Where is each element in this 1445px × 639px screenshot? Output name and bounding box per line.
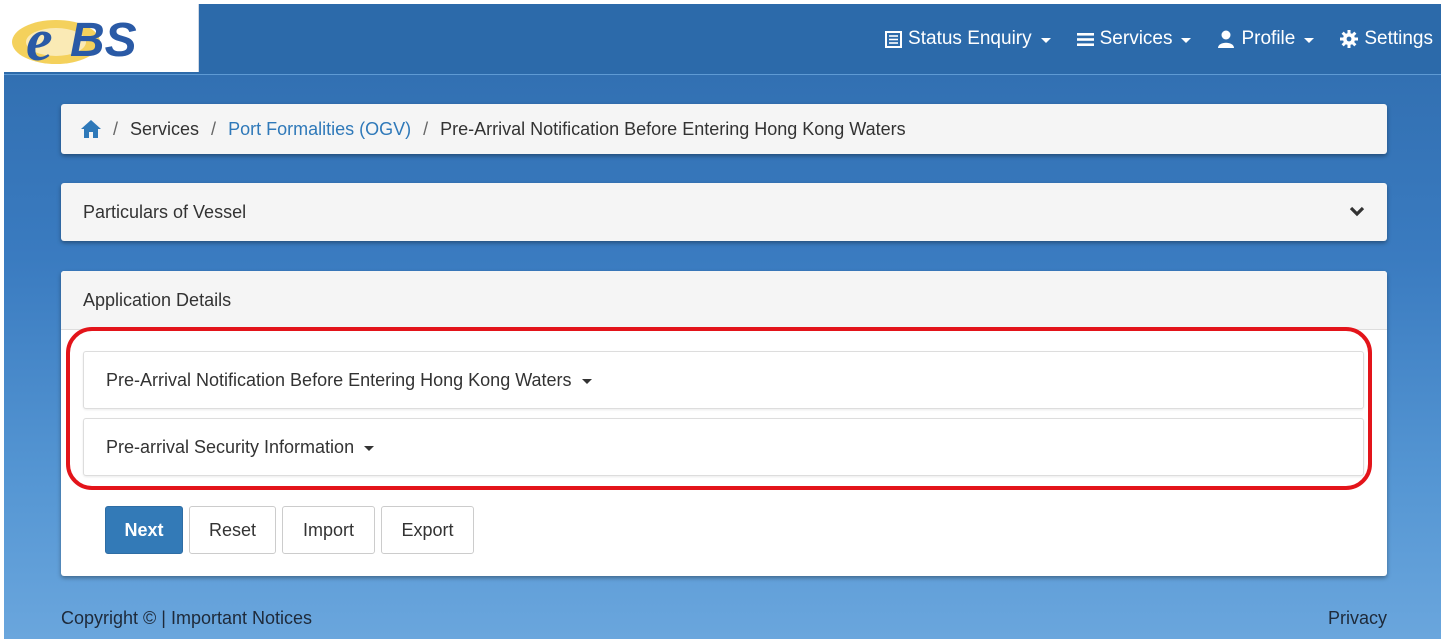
action-buttons: Next Reset Import Export (105, 506, 480, 554)
breadcrumb-separator: / (113, 118, 119, 139)
pre-arrival-notification-section[interactable]: Pre-Arrival Notification Before Entering… (83, 351, 1364, 409)
caret-down-icon (1181, 37, 1192, 43)
footer: Copyright © | Important Notices Privacy (61, 608, 1387, 629)
ebs-logo[interactable]: e BS (4, 4, 199, 73)
breadcrumb: / Services / Port Formalities (OGV) / Pr… (61, 104, 1387, 154)
list-alt-icon (885, 30, 903, 48)
section-label: Pre-arrival Security Information (106, 436, 355, 457)
breadcrumb-separator: / (211, 118, 217, 139)
chevron-down-icon[interactable] (1349, 206, 1365, 218)
particulars-of-vessel-panel[interactable]: Particulars of Vessel (61, 183, 1387, 241)
section-label: Pre-Arrival Notification Before Entering… (106, 369, 572, 390)
caret-down-icon (1304, 37, 1315, 43)
application-details-panel: Application Details Pre-Arrival Notifica… (61, 271, 1387, 576)
particulars-title: Particulars of Vessel (83, 201, 247, 222)
next-button[interactable]: Next (105, 506, 183, 554)
nav-services-label: Services (1099, 28, 1173, 49)
caret-down-icon (581, 378, 592, 384)
breadcrumb-services: Services (130, 118, 200, 139)
nav-settings[interactable]: Settings (1340, 28, 1433, 50)
top-navbar: e BS Status Enquiry Services Profile Set… (4, 4, 1441, 75)
nav-status-enquiry[interactable]: Status Enquiry (885, 28, 1051, 50)
application-details-header: Application Details (61, 271, 1387, 330)
nav-menu: Status Enquiry Services Profile Settings (859, 4, 1433, 74)
caret-down-icon (1040, 37, 1051, 43)
breadcrumb-separator: / (423, 118, 429, 139)
nav-profile-label: Profile (1241, 28, 1296, 49)
svg-text:BS: BS (70, 14, 137, 67)
user-icon (1217, 30, 1235, 48)
export-button[interactable]: Export (381, 506, 474, 554)
page-frame: e BS Status Enquiry Services Profile Set… (4, 4, 1441, 639)
nav-status-enquiry-label: Status Enquiry (908, 28, 1032, 49)
breadcrumb-current: Pre-Arrival Notification Before Entering… (440, 118, 906, 139)
nav-services[interactable]: Services (1076, 28, 1192, 50)
reset-button[interactable]: Reset (189, 506, 276, 554)
nav-profile[interactable]: Profile (1217, 28, 1315, 50)
home-icon[interactable] (81, 120, 101, 138)
gear-icon (1340, 30, 1359, 48)
ebs-logo-graphic: e BS (12, 7, 137, 73)
hamburger-icon (1076, 32, 1094, 47)
svg-text:e: e (26, 7, 53, 72)
pre-arrival-security-section[interactable]: Pre-arrival Security Information (83, 418, 1364, 476)
nav-settings-label: Settings (1364, 28, 1433, 49)
caret-down-icon (364, 445, 375, 451)
copyright-notice[interactable]: Copyright © | Important Notices (61, 608, 312, 629)
breadcrumb-port-formalities-link[interactable]: Port Formalities (OGV) (228, 119, 411, 140)
privacy-link[interactable]: Privacy (1328, 608, 1387, 629)
application-details-title: Application Details (83, 289, 232, 310)
import-button[interactable]: Import (282, 506, 375, 554)
